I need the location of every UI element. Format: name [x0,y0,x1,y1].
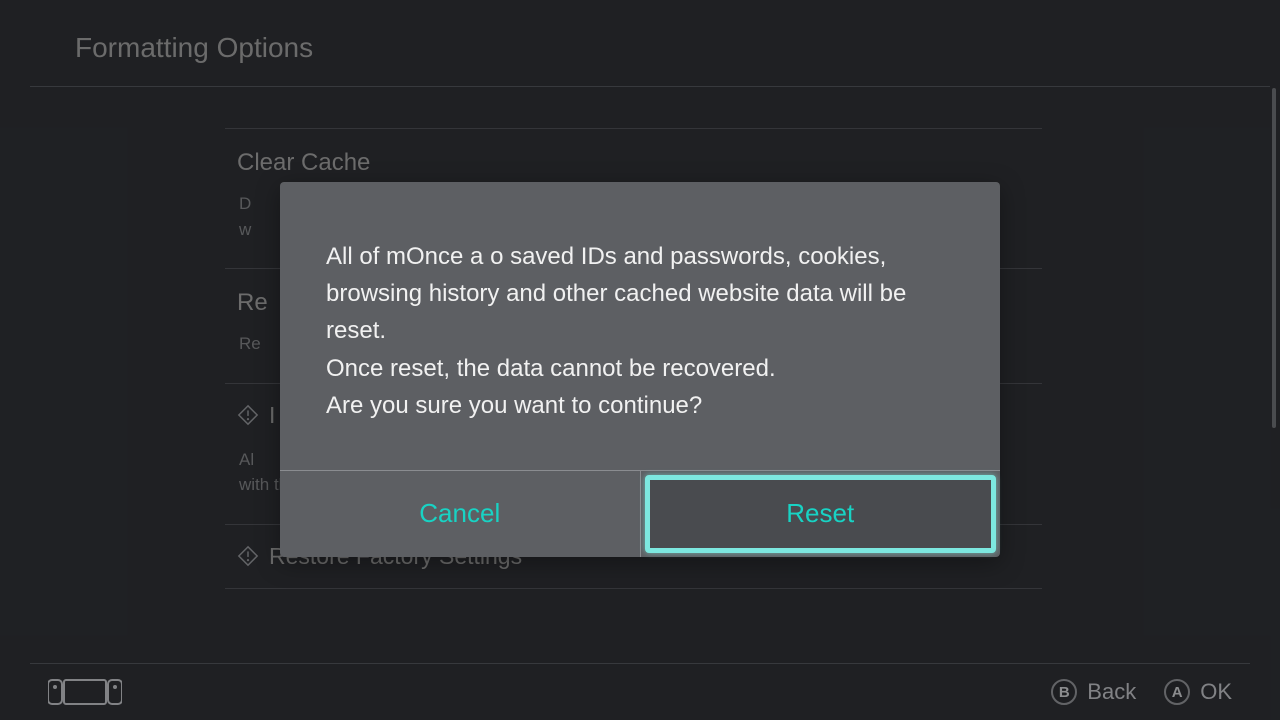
dialog-message: All of mOnce a o saved IDs and passwords… [280,182,1000,470]
cancel-button[interactable]: Cancel [280,471,640,557]
confirm-reset-dialog: All of mOnce a o saved IDs and passwords… [280,182,1000,557]
reset-button[interactable]: Reset [640,471,1001,557]
